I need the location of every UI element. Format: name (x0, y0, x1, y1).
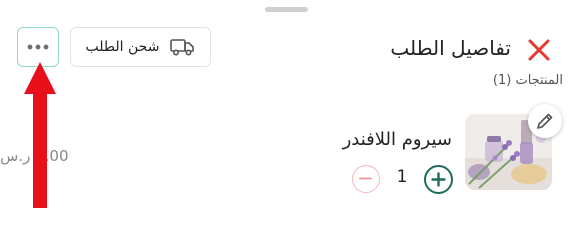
products-section-label: المنتجات (1) (492, 73, 563, 88)
page-title: تفاصيل الطلب (390, 36, 511, 60)
close-icon (528, 39, 550, 61)
ship-order-label: شحن الطلب (85, 39, 160, 55)
product-name: سيروم اللافندر (342, 129, 452, 150)
ship-order-button[interactable]: شحن الطلب (70, 27, 211, 67)
truck-icon (170, 39, 195, 56)
quantity-value: 1 (396, 167, 408, 187)
pencil-icon (537, 113, 553, 129)
increase-quantity-button[interactable] (424, 165, 453, 194)
close-button[interactable] (525, 36, 553, 64)
annotation-arrow-icon (24, 62, 56, 208)
decrease-quantity-button[interactable] (352, 165, 380, 193)
edit-product-button[interactable] (528, 104, 562, 138)
sheet-drag-handle[interactable] (265, 7, 308, 12)
more-horizontal-icon (27, 44, 49, 50)
plus-icon (431, 172, 446, 187)
minus-icon (359, 177, 372, 180)
order-details-sheet: تفاصيل الطلب شحن الطلب المنتجات (1) سيرو… (0, 0, 573, 220)
